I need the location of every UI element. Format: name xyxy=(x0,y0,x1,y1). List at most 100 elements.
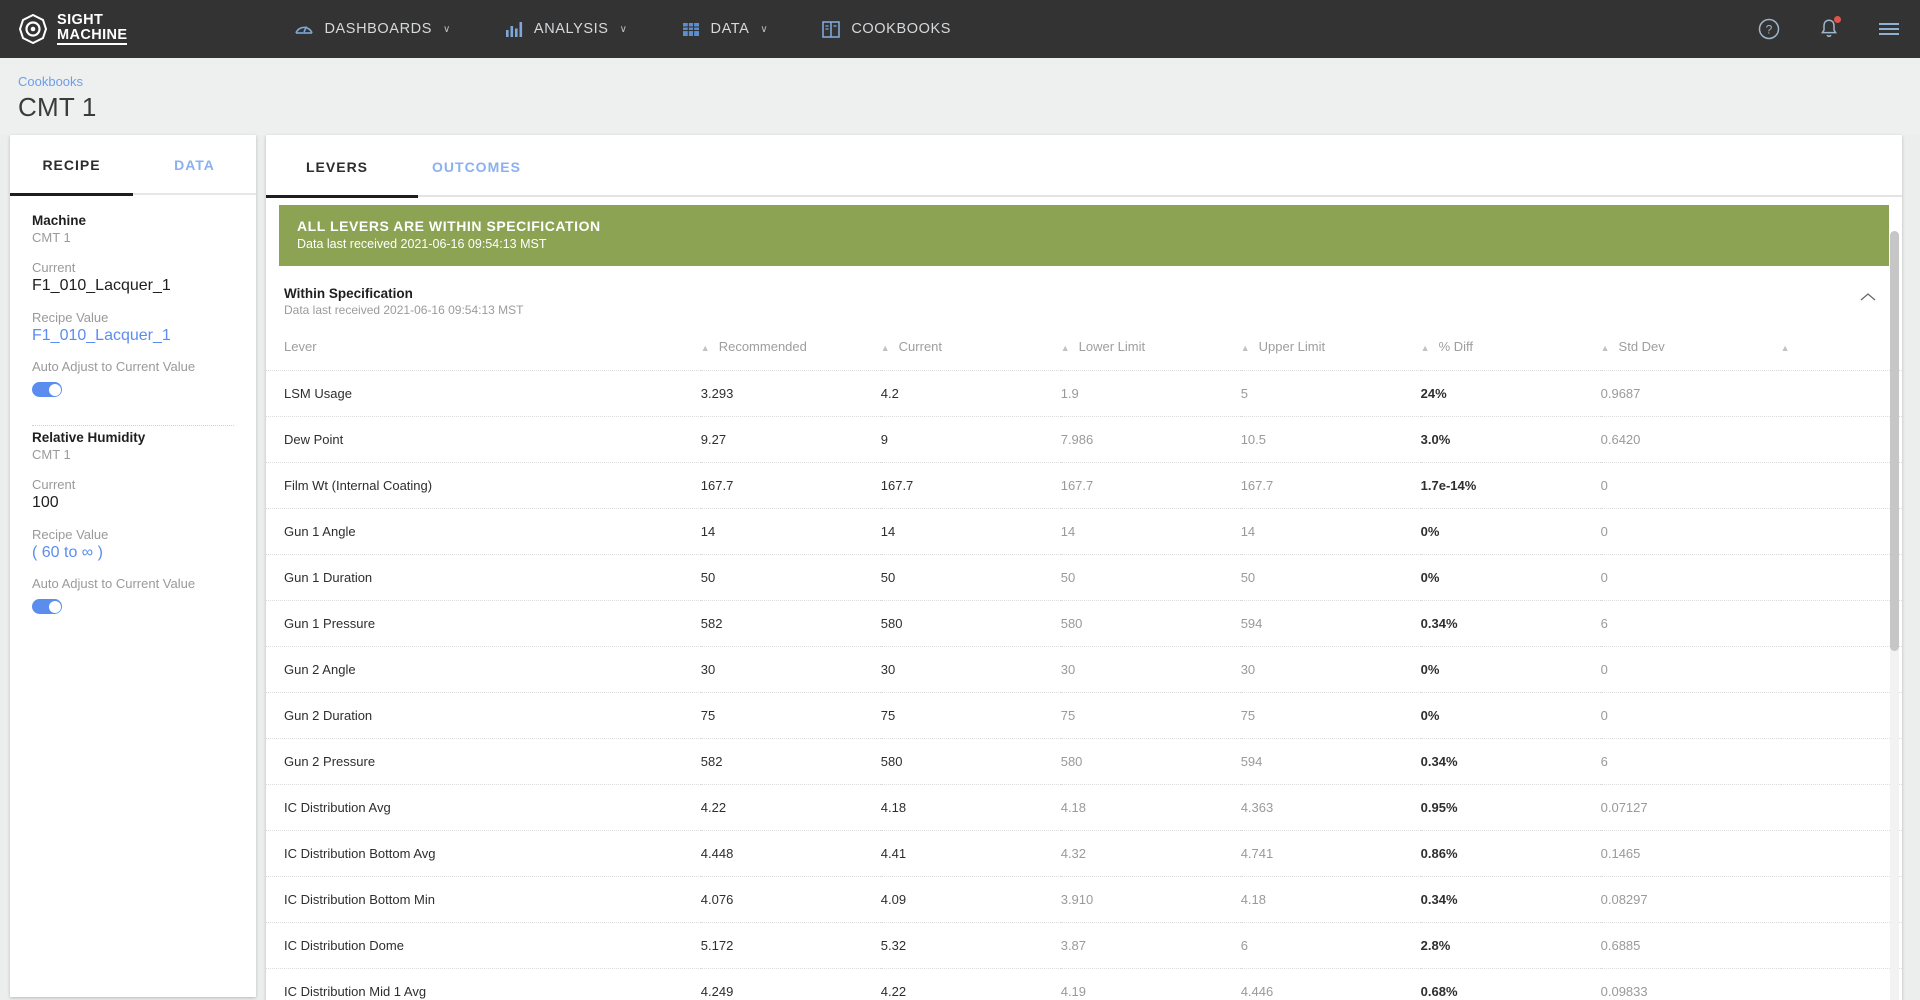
cell-recommended: 4.249 xyxy=(700,968,881,1000)
cell-recommended: 4.448 xyxy=(700,830,881,877)
cell-lever: Gun 1 Duration xyxy=(266,554,701,601)
cell-recommended: 167.7 xyxy=(700,462,881,509)
cell-std-dev: 6 xyxy=(1600,600,1781,647)
nav-item-data[interactable]: DATA ∨ xyxy=(654,0,795,58)
tab-levers[interactable]: LEVERS xyxy=(274,135,400,195)
navbar-actions: ? xyxy=(1756,16,1902,42)
col-header-current[interactable]: ▲ Current xyxy=(881,331,1061,371)
cell-current: 14 xyxy=(880,508,1061,555)
bell-icon[interactable] xyxy=(1816,16,1842,42)
table-row[interactable]: Gun 2 Angle 30 30 30 30 0% 0 xyxy=(266,646,1902,693)
sidebar-divider xyxy=(32,425,234,426)
cell-lower-limit: 580 xyxy=(1060,600,1241,647)
lever-field-relative-humidity: Relative Humidity CMT 1 Current 100 Reci… xyxy=(32,430,234,624)
col-header-upper-limit[interactable]: ▲ Upper Limit xyxy=(1241,331,1421,371)
cell-pct-diff: 0% xyxy=(1420,508,1601,555)
col-header-lower-limit[interactable]: ▲ Lower Limit xyxy=(1061,331,1241,371)
field-recipe-value[interactable]: ( 60 to ∞ ) xyxy=(32,544,234,562)
table-row[interactable]: IC Distribution Bottom Min 4.076 4.09 3.910… xyxy=(266,876,1902,923)
table-row[interactable]: Gun 1 Duration 50 50 50 50 0% 0 xyxy=(266,554,1902,601)
tab-outcomes[interactable]: OUTCOMES xyxy=(400,135,553,195)
cell-current: 9 xyxy=(880,416,1061,463)
cell-lever: IC Distribution Avg xyxy=(266,784,701,831)
cell-lever: IC Distribution Dome xyxy=(266,922,701,969)
cell-upper-limit: 4.18 xyxy=(1240,876,1421,923)
col-header-pct-diff[interactable]: ▲ % Diff xyxy=(1421,331,1601,371)
field-recipe-label: Recipe Value xyxy=(32,527,109,542)
cell-spacer xyxy=(1780,416,1902,463)
cell-lower-limit: 7.986 xyxy=(1060,416,1241,463)
col-header-recommended[interactable]: ▲ Recommended xyxy=(701,331,881,371)
cell-spacer xyxy=(1780,554,1902,601)
tab-data[interactable]: DATA xyxy=(133,135,256,193)
cell-spacer xyxy=(1780,738,1902,785)
field-current-label: Current xyxy=(32,260,76,275)
chevron-up-icon[interactable] xyxy=(1852,286,1884,312)
col-header-std-dev[interactable]: ▲ Std Dev xyxy=(1601,331,1781,371)
table-row[interactable]: Film Wt (Internal Coating) 167.7 167.7 167.… xyxy=(266,462,1902,509)
cell-lever: Gun 2 Duration xyxy=(266,692,701,739)
svg-text:?: ? xyxy=(1766,23,1773,37)
cell-recommended: 30 xyxy=(700,646,881,693)
chevron-down-icon: ∨ xyxy=(619,23,628,35)
auto-adjust-toggle-relative-humidity[interactable] xyxy=(32,599,62,614)
brand-line-1: SIGHT xyxy=(57,11,104,28)
cell-spacer xyxy=(1780,784,1902,831)
banner-title: ALL LEVERS ARE WITHIN SPECIFICATION xyxy=(297,218,601,234)
cell-lower-limit: 14 xyxy=(1060,508,1241,555)
table-row[interactable]: Gun 2 Duration 75 75 75 75 0% 0 xyxy=(266,692,1902,739)
table-row[interactable]: Gun 1 Pressure 582 580 580 594 0.34% 6 xyxy=(266,600,1902,647)
cell-std-dev: 0 xyxy=(1600,462,1781,509)
brand-logo[interactable]: SIGHT MACHINE xyxy=(18,11,128,46)
sidebar-tab-underline xyxy=(10,193,256,196)
cell-upper-limit: 594 xyxy=(1240,738,1421,785)
table-row[interactable]: IC Distribution Avg 4.22 4.18 4.18 4.363 0.95… xyxy=(266,784,1902,831)
table-row[interactable]: IC Distribution Bottom Avg 4.448 4.41 4.32 4… xyxy=(266,830,1902,877)
levers-table: Lever ▲ Recommended ▲ Current ▲ Lower Limit… xyxy=(266,331,1902,1000)
hamburger-menu-icon[interactable] xyxy=(1876,16,1902,42)
cell-lever: Gun 1 Angle xyxy=(266,508,701,555)
auto-adjust-toggle-machine[interactable] xyxy=(32,382,62,397)
cell-current: 30 xyxy=(880,646,1061,693)
table-row[interactable]: LSM Usage 3.293 4.2 1.9 5 24% 0.9687 xyxy=(266,370,1902,417)
cell-current: 5.32 xyxy=(880,922,1061,969)
table-row[interactable]: IC Distribution Dome 5.172 5.32 3.87 6 2.8% 0.… xyxy=(266,922,1902,969)
top-navbar: SIGHT MACHINE DASHBOARDS ∨ ANALYSIS ∨ DA… xyxy=(0,0,1920,58)
cell-pct-diff: 24% xyxy=(1420,370,1601,417)
nav-item-cookbooks[interactable]: COOKBOOKS xyxy=(794,0,977,58)
cell-pct-diff: 0.34% xyxy=(1420,876,1601,923)
cell-current: 50 xyxy=(880,554,1061,601)
field-recipe-value[interactable]: F1_010_Lacquer_1 xyxy=(32,327,234,345)
table-row[interactable]: Dew Point 9.27 9 7.986 10.5 3.0% 0.6420 xyxy=(266,416,1902,463)
col-label: Std Dev xyxy=(1618,339,1665,354)
col-header-sort-extra[interactable]: ▲ xyxy=(1781,331,1902,371)
recipe-sidebar: RECIPE DATA Machine CMT 1 Current F1_010… xyxy=(10,135,256,997)
col-header-lever[interactable]: Lever xyxy=(266,331,701,371)
levers-panel: LEVERS OUTCOMES ALL LEVERS ARE WITHIN SP… xyxy=(266,135,1902,1000)
cell-pct-diff: 0% xyxy=(1420,646,1601,693)
cell-recommended: 9.27 xyxy=(700,416,881,463)
cell-recommended: 3.293 xyxy=(700,370,881,417)
bar-chart-icon xyxy=(503,18,525,40)
cell-std-dev: 0.08297 xyxy=(1600,876,1781,923)
col-label: Lower Limit xyxy=(1078,339,1146,354)
panel-tabs: LEVERS OUTCOMES xyxy=(266,135,1902,195)
cell-upper-limit: 5 xyxy=(1240,370,1421,417)
chevron-down-icon: ∨ xyxy=(760,23,769,35)
table-row[interactable]: Gun 1 Angle 14 14 14 14 0% 0 xyxy=(266,508,1902,555)
nav-item-dashboards[interactable]: DASHBOARDS ∨ xyxy=(267,0,476,58)
table-scroll-region[interactable]: Lever ▲ Recommended ▲ Current ▲ Lower Limit… xyxy=(266,317,1902,1000)
table-row[interactable]: Gun 2 Pressure 582 580 580 594 0.34% 6 xyxy=(266,738,1902,785)
vertical-scrollbar[interactable] xyxy=(1890,231,1899,1000)
field-title: Machine xyxy=(32,213,87,228)
cell-current: 4.2 xyxy=(880,370,1061,417)
sort-asc-icon: ▲ xyxy=(1600,343,1610,353)
table-row[interactable]: IC Distribution Mid 1 Avg 4.249 4.22 4.19 4.… xyxy=(266,968,1902,1000)
nav-item-analysis[interactable]: ANALYSIS ∨ xyxy=(477,0,654,58)
help-circle-icon[interactable]: ? xyxy=(1756,16,1782,42)
breadcrumb-cookbooks[interactable]: Cookbooks xyxy=(18,74,1920,89)
cell-lower-limit: 167.7 xyxy=(1060,462,1241,509)
cell-current: 580 xyxy=(880,738,1061,785)
field-subtitle: CMT 1 xyxy=(32,447,71,462)
tab-recipe[interactable]: RECIPE xyxy=(10,135,133,193)
